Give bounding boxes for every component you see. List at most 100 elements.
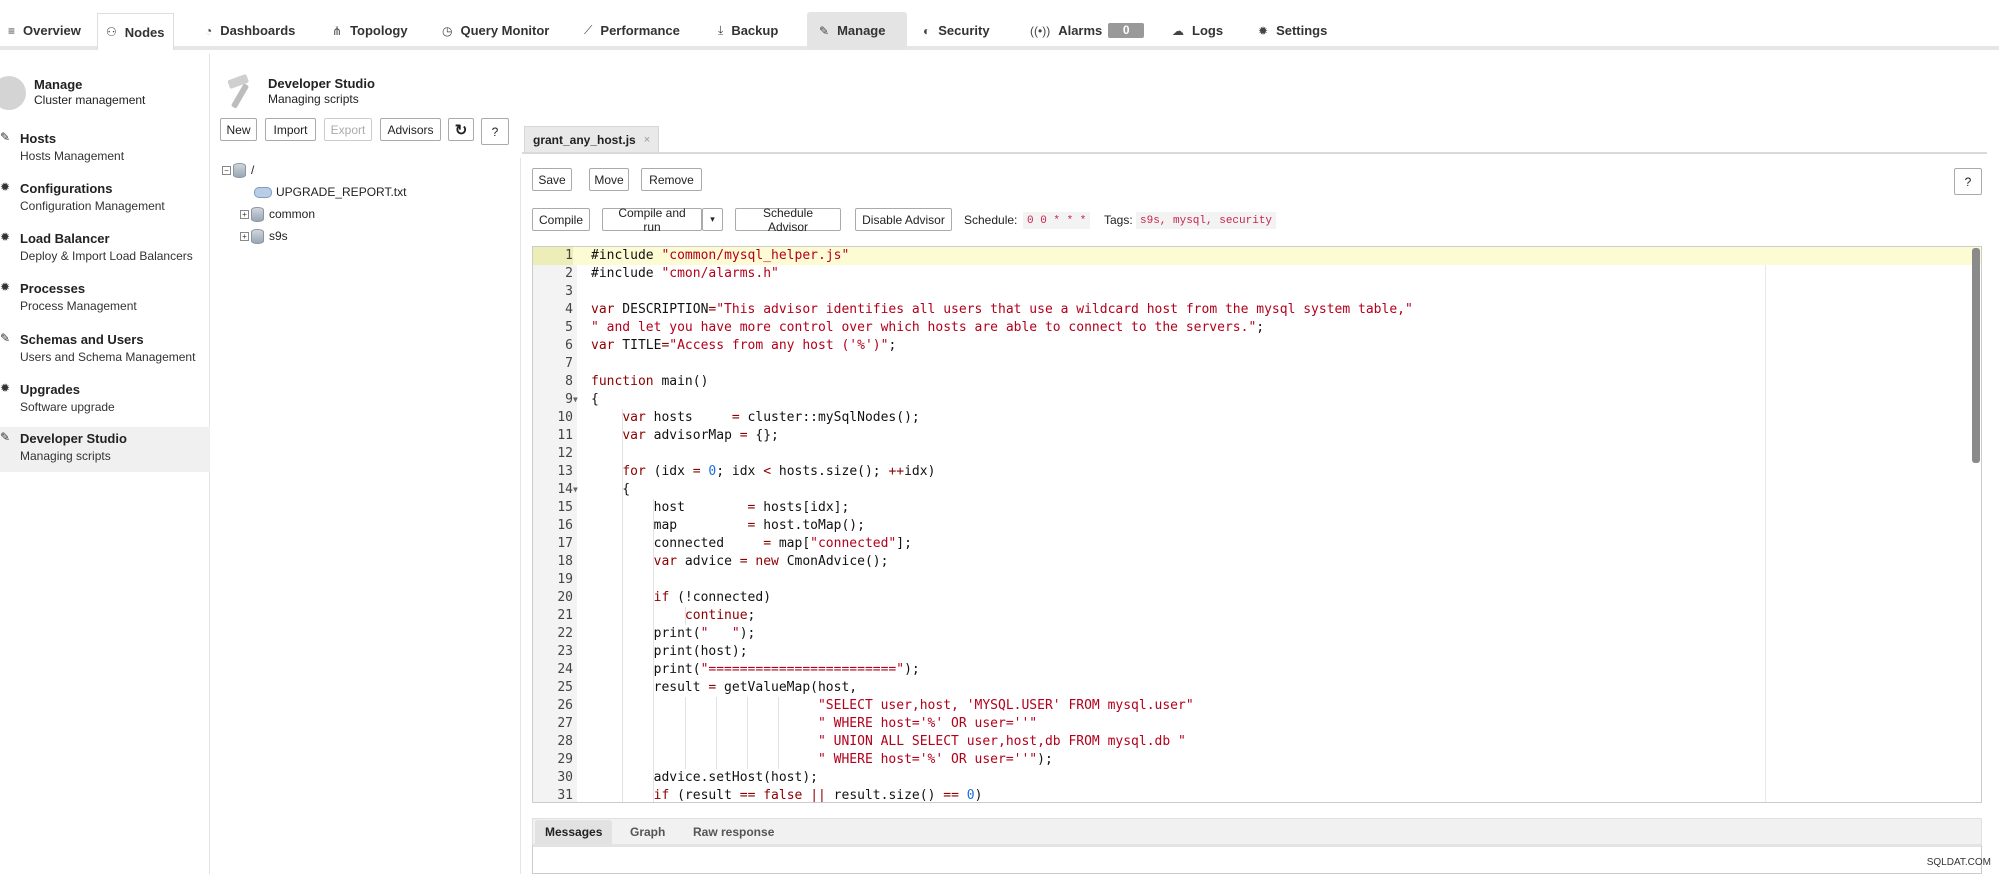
tab-backup[interactable]: ⤓ Backup: [710, 12, 786, 49]
broadcast-icon: ((•)): [1030, 23, 1051, 38]
code-line[interactable]: 25 result = getValueMap(host,: [533, 679, 1981, 697]
wrench-icon: ✎: [819, 23, 830, 38]
code-line[interactable]: 28 " UNION ALL SELECT user,host,db FROM …: [533, 733, 1981, 751]
code-line[interactable]: 27 " WHERE host='%' OR user=''": [533, 715, 1981, 733]
code-line[interactable]: 1 #include "common/mysql_helper.js": [533, 247, 1981, 265]
code-line[interactable]: 3: [533, 283, 1981, 301]
indent-guide: [622, 409, 624, 802]
fold-arrow-icon[interactable]: ▼: [573, 481, 578, 499]
tab-dashboards[interactable]: ◔ Dashboards: [197, 12, 303, 49]
compile-button[interactable]: Compile: [532, 208, 590, 231]
code-line[interactable]: 17 connected = map["connected"];: [533, 535, 1981, 553]
tab-messages[interactable]: Messages: [535, 820, 613, 844]
indent-guide: [778, 697, 780, 769]
code-line[interactable]: 14 ▼ {: [533, 481, 1981, 499]
sidebar-item-hosts[interactable]: ✎ Hosts Hosts Management: [0, 127, 210, 172]
tab-raw-response[interactable]: Raw response: [683, 820, 784, 844]
code-line[interactable]: 15 host = hosts[idx];: [533, 499, 1981, 517]
tab-manage[interactable]: ✎ Manage: [807, 12, 907, 49]
collapse-icon[interactable]: −: [222, 165, 231, 175]
code-line[interactable]: 4 var DESCRIPTION="This advisor identifie…: [533, 301, 1981, 319]
code-line[interactable]: 30 advice.setHost(host);: [533, 769, 1981, 787]
sidebar-item-load-balancer[interactable]: ✹ Load Balancer Deploy & Import Load Balan…: [0, 227, 210, 272]
code-line[interactable]: 2 #include "cmon/alarms.h": [533, 265, 1981, 283]
new-button[interactable]: New: [220, 118, 257, 141]
code-line[interactable]: 10 var hosts = cluster::mySqlNodes();: [533, 409, 1981, 427]
logs-icon: ☁: [1172, 23, 1184, 38]
import-button[interactable]: Import: [265, 118, 316, 141]
indent-guide: [747, 697, 748, 769]
disable-advisor-button[interactable]: Disable Advisor: [855, 208, 952, 231]
code-text: var hosts = cluster::mySqlNodes();: [622, 410, 920, 425]
move-button[interactable]: Move: [589, 168, 629, 191]
code-line[interactable]: 8 function main(): [533, 373, 1981, 391]
sidebar-item-upgrades[interactable]: ✹ Upgrades Software upgrade: [0, 378, 210, 423]
tree-item-upgrade-report[interactable]: UPGRADE_REPORT.txt: [254, 183, 406, 201]
compile-run-button[interactable]: Compile and run: [602, 206, 702, 234]
line-number: 13: [557, 464, 573, 479]
tab-security[interactable]: ◐ Security: [915, 12, 998, 49]
code-line[interactable]: 6 var TITLE="Access from any host ('%')";: [533, 337, 1981, 355]
code-line[interactable]: 9 ▼ {: [533, 391, 1981, 409]
code-text: for (idx = 0; idx < hosts.size(); ++idx): [622, 464, 936, 479]
tab-topology[interactable]: ⋔ Topology: [324, 12, 416, 49]
refresh-button[interactable]: ↻: [448, 118, 474, 141]
expand-icon[interactable]: +: [240, 231, 249, 241]
tree-item-s9s[interactable]: + s9s: [240, 227, 288, 245]
sidebar-item-developer-studio[interactable]: ✎ Developer Studio Managing scripts: [0, 427, 210, 472]
tab-overview[interactable]: ≡ Overview: [0, 12, 89, 49]
tab-nodes[interactable]: ⚇ Nodes: [97, 13, 174, 50]
gear-icon: ✹: [1258, 23, 1269, 38]
editor-help-button[interactable]: ?: [1954, 168, 1982, 195]
code-line[interactable]: 26 "SELECT user,host, 'MYSQL.USER' FROM …: [533, 697, 1981, 715]
tree-item-common[interactable]: + common: [240, 205, 315, 223]
code-line[interactable]: 22 print(" ");: [533, 625, 1981, 643]
tab-graph[interactable]: Graph: [620, 820, 675, 844]
sidebar-item-processes[interactable]: ✹ Processes Process Management: [0, 277, 210, 322]
save-button[interactable]: Save: [532, 168, 572, 191]
code-line[interactable]: 23 print(host);: [533, 643, 1981, 661]
code-line[interactable]: 11 var advisorMap = {};: [533, 427, 1981, 445]
code-line[interactable]: 29 " WHERE host='%' OR user=''");: [533, 751, 1981, 769]
tab-settings[interactable]: ✹ Settings: [1250, 12, 1335, 49]
database-icon: [233, 162, 246, 178]
sidebar-item-schemas-users[interactable]: ✎ Schemas and Users Users and Schema Manag…: [0, 328, 210, 373]
dashboard-icon: ◔: [205, 23, 213, 38]
tab-underline: [522, 152, 1987, 154]
schedule-advisor-button[interactable]: Schedule Advisor: [735, 206, 841, 234]
editor-scrollbar[interactable]: [1972, 248, 1980, 463]
tab-query-monitor[interactable]: ◷ Query Monitor: [434, 12, 557, 49]
code-line[interactable]: 20 if (!connected): [533, 589, 1981, 607]
code-line[interactable]: 7: [533, 355, 1981, 373]
sidebar-item-configurations[interactable]: ✹ Configurations Configuration Management: [0, 177, 210, 222]
line-number: 16: [557, 518, 573, 533]
code-line[interactable]: 21 continue;: [533, 607, 1981, 625]
alarms-badge: 0: [1108, 23, 1145, 38]
code-line[interactable]: 16 map = host.toMap();: [533, 517, 1981, 535]
code-line[interactable]: 18 var advice = new CmonAdvice();: [533, 553, 1981, 571]
advisors-button[interactable]: Advisors: [380, 118, 441, 141]
code-editor[interactable]: 1 #include "common/mysql_helper.js" 2 #incl…: [532, 246, 1982, 803]
code-line[interactable]: 12: [533, 445, 1981, 463]
compile-run-dropdown[interactable]: ▾: [702, 208, 723, 231]
code-line[interactable]: 13 for (idx = 0; idx < hosts.size(); ++i…: [533, 463, 1981, 481]
help-button[interactable]: ?: [481, 118, 509, 145]
tab-alarms[interactable]: ((•)) Alarms 0: [1022, 12, 1152, 49]
line-number: 2: [565, 266, 573, 281]
line-number: 31: [557, 788, 573, 803]
code-line[interactable]: 31 if (result == false || result.size() …: [533, 787, 1981, 803]
export-button[interactable]: Export: [324, 118, 372, 141]
tab-performance[interactable]: ⟋ Performance: [576, 12, 688, 49]
close-icon[interactable]: ×: [644, 134, 650, 146]
code-line[interactable]: 19: [533, 571, 1981, 589]
code-line[interactable]: 5 " and let you have more control over wh…: [533, 319, 1981, 337]
file-tab[interactable]: grant_any_host.js ×: [524, 126, 660, 152]
expand-icon[interactable]: +: [240, 209, 249, 219]
code-line[interactable]: 24 print("========================");: [533, 661, 1981, 679]
remove-button[interactable]: Remove: [641, 168, 702, 191]
tree-root[interactable]: − /: [222, 161, 254, 179]
fold-arrow-icon[interactable]: ▼: [573, 391, 578, 409]
line-number: 26: [557, 698, 573, 713]
code-text: print(host);: [591, 644, 748, 659]
tab-logs[interactable]: ☁ Logs: [1164, 12, 1231, 49]
